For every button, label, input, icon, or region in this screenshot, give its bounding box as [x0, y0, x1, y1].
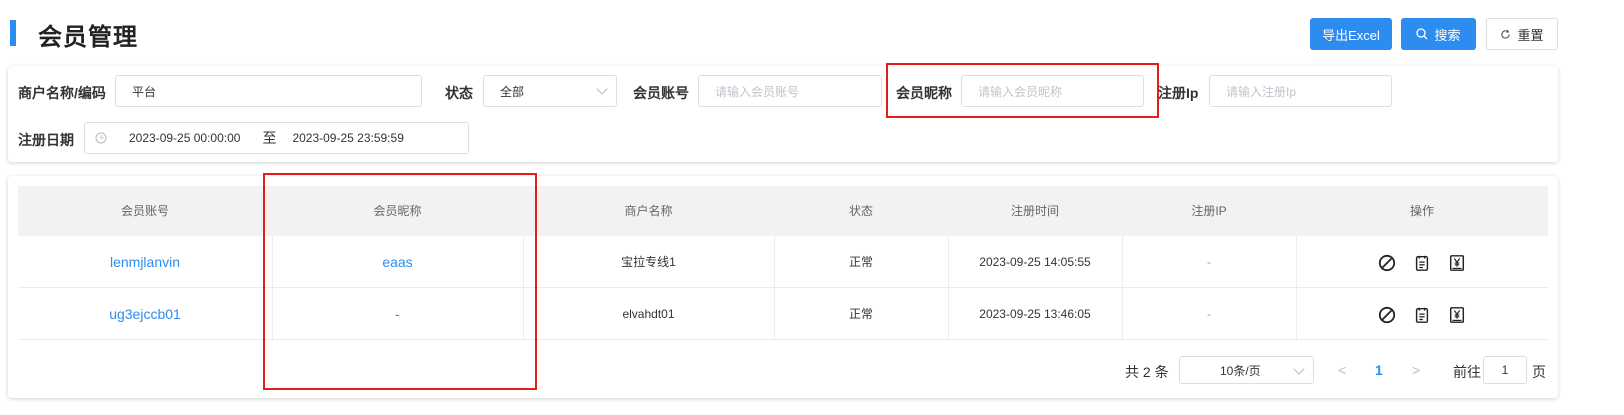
merchant-cell: 宝拉专线1	[621, 255, 676, 269]
title-accent-bar	[10, 20, 16, 46]
column-header-account: 会员账号	[120, 204, 169, 218]
merchant-input[interactable]: 平台	[115, 75, 422, 107]
goto-page-value: 1	[1501, 363, 1509, 377]
reset-label: 重置	[1517, 27, 1544, 43]
date-separator: 至	[262, 130, 277, 146]
actions-cell	[1296, 236, 1548, 288]
clock-icon	[95, 132, 107, 144]
billing-icon[interactable]	[1448, 306, 1466, 324]
merchant-filter-label: 商户名称/编码	[18, 85, 106, 101]
actions-cell	[1296, 288, 1548, 340]
merchant-cell: elvahdt01	[622, 307, 675, 321]
refresh-icon	[1501, 29, 1511, 39]
reg-ip-cell: -	[1207, 307, 1211, 321]
status-filter-label: 状态	[445, 85, 473, 101]
disable-icon[interactable]	[1378, 254, 1396, 272]
account-filter-label: 会员账号	[633, 85, 689, 101]
search-icon	[1416, 28, 1428, 40]
column-header-merchant: 商户名称	[624, 204, 673, 218]
export-excel-label: 导出Excel	[1322, 27, 1380, 43]
status-select-value: 全部	[500, 84, 525, 99]
date-filter-label: 注册日期	[18, 132, 74, 148]
goto-label: 前往	[1453, 364, 1481, 380]
goto-page-input[interactable]: 1	[1483, 356, 1527, 384]
column-header-actions: 操作	[1409, 204, 1434, 218]
status-cell: 正常	[848, 255, 873, 269]
billing-icon[interactable]	[1448, 254, 1466, 272]
search-label: 搜索	[1434, 27, 1461, 43]
notes-icon[interactable]	[1413, 254, 1431, 272]
account-input[interactable]: 请输入会员账号	[698, 75, 882, 107]
highlight-box-nickname-column	[263, 173, 537, 390]
next-page-button[interactable]: >	[1412, 362, 1420, 378]
prev-page-button[interactable]: <	[1338, 362, 1346, 378]
page-size-value: 10条/页	[1220, 363, 1261, 378]
export-excel-button[interactable]: 导出Excel	[1310, 18, 1392, 50]
reg-ip-cell: -	[1207, 255, 1211, 269]
pagination-total: 共 2 条	[1125, 364, 1169, 380]
ip-input[interactable]: 请输入注册Ip	[1209, 75, 1392, 107]
account-input-placeholder: 请输入会员账号	[715, 84, 800, 99]
highlight-box-nickname-filter	[886, 63, 1159, 118]
ip-input-placeholder: 请输入注册Ip	[1226, 84, 1297, 99]
status-cell: 正常	[848, 307, 873, 321]
page-title: 会员管理	[38, 24, 138, 51]
page-number-current[interactable]: 1	[1375, 362, 1383, 378]
reset-button[interactable]: 重置	[1486, 18, 1558, 50]
date-range-picker[interactable]: 2023-09-25 00:00:00 至 2023-09-25 23:59:5…	[84, 122, 469, 154]
page-size-select[interactable]: 10条/页	[1179, 356, 1314, 384]
goto-suffix: 页	[1532, 364, 1546, 380]
disable-icon[interactable]	[1378, 306, 1396, 324]
chevron-down-icon	[596, 83, 608, 95]
merchant-input-value: 平台	[132, 84, 157, 99]
column-header-status: 状态	[848, 204, 873, 218]
column-header-reg-time: 注册时间	[1010, 204, 1059, 218]
reg-time-cell: 2023-09-25 14:05:55	[979, 255, 1091, 269]
table-row: lenmjlanvin eaas 宝拉专线1 正常 2023-09-25 14:…	[18, 236, 1548, 288]
chevron-down-icon	[1293, 363, 1305, 375]
status-select[interactable]: 全部	[483, 75, 617, 107]
search-button[interactable]: 搜索	[1401, 18, 1476, 50]
table-row: ug3ejccb01 - elvahdt01 正常 2023-09-25 13:…	[18, 288, 1548, 340]
notes-icon[interactable]	[1413, 306, 1431, 324]
column-header-reg-ip: 注册IP	[1191, 204, 1227, 218]
ip-filter-label: 注册Ip	[1158, 85, 1199, 101]
account-link[interactable]: lenmjlanvin	[18, 236, 272, 288]
table-header: 会员账号 会员昵称 商户名称 状态 注册时间 注册IP 操作	[18, 186, 1548, 236]
reg-time-cell: 2023-09-25 13:46:05	[979, 307, 1091, 321]
date-end: 2023-09-25 23:59:59	[292, 131, 404, 145]
date-start: 2023-09-25 00:00:00	[129, 131, 241, 145]
account-link[interactable]: ug3ejccb01	[18, 288, 272, 340]
